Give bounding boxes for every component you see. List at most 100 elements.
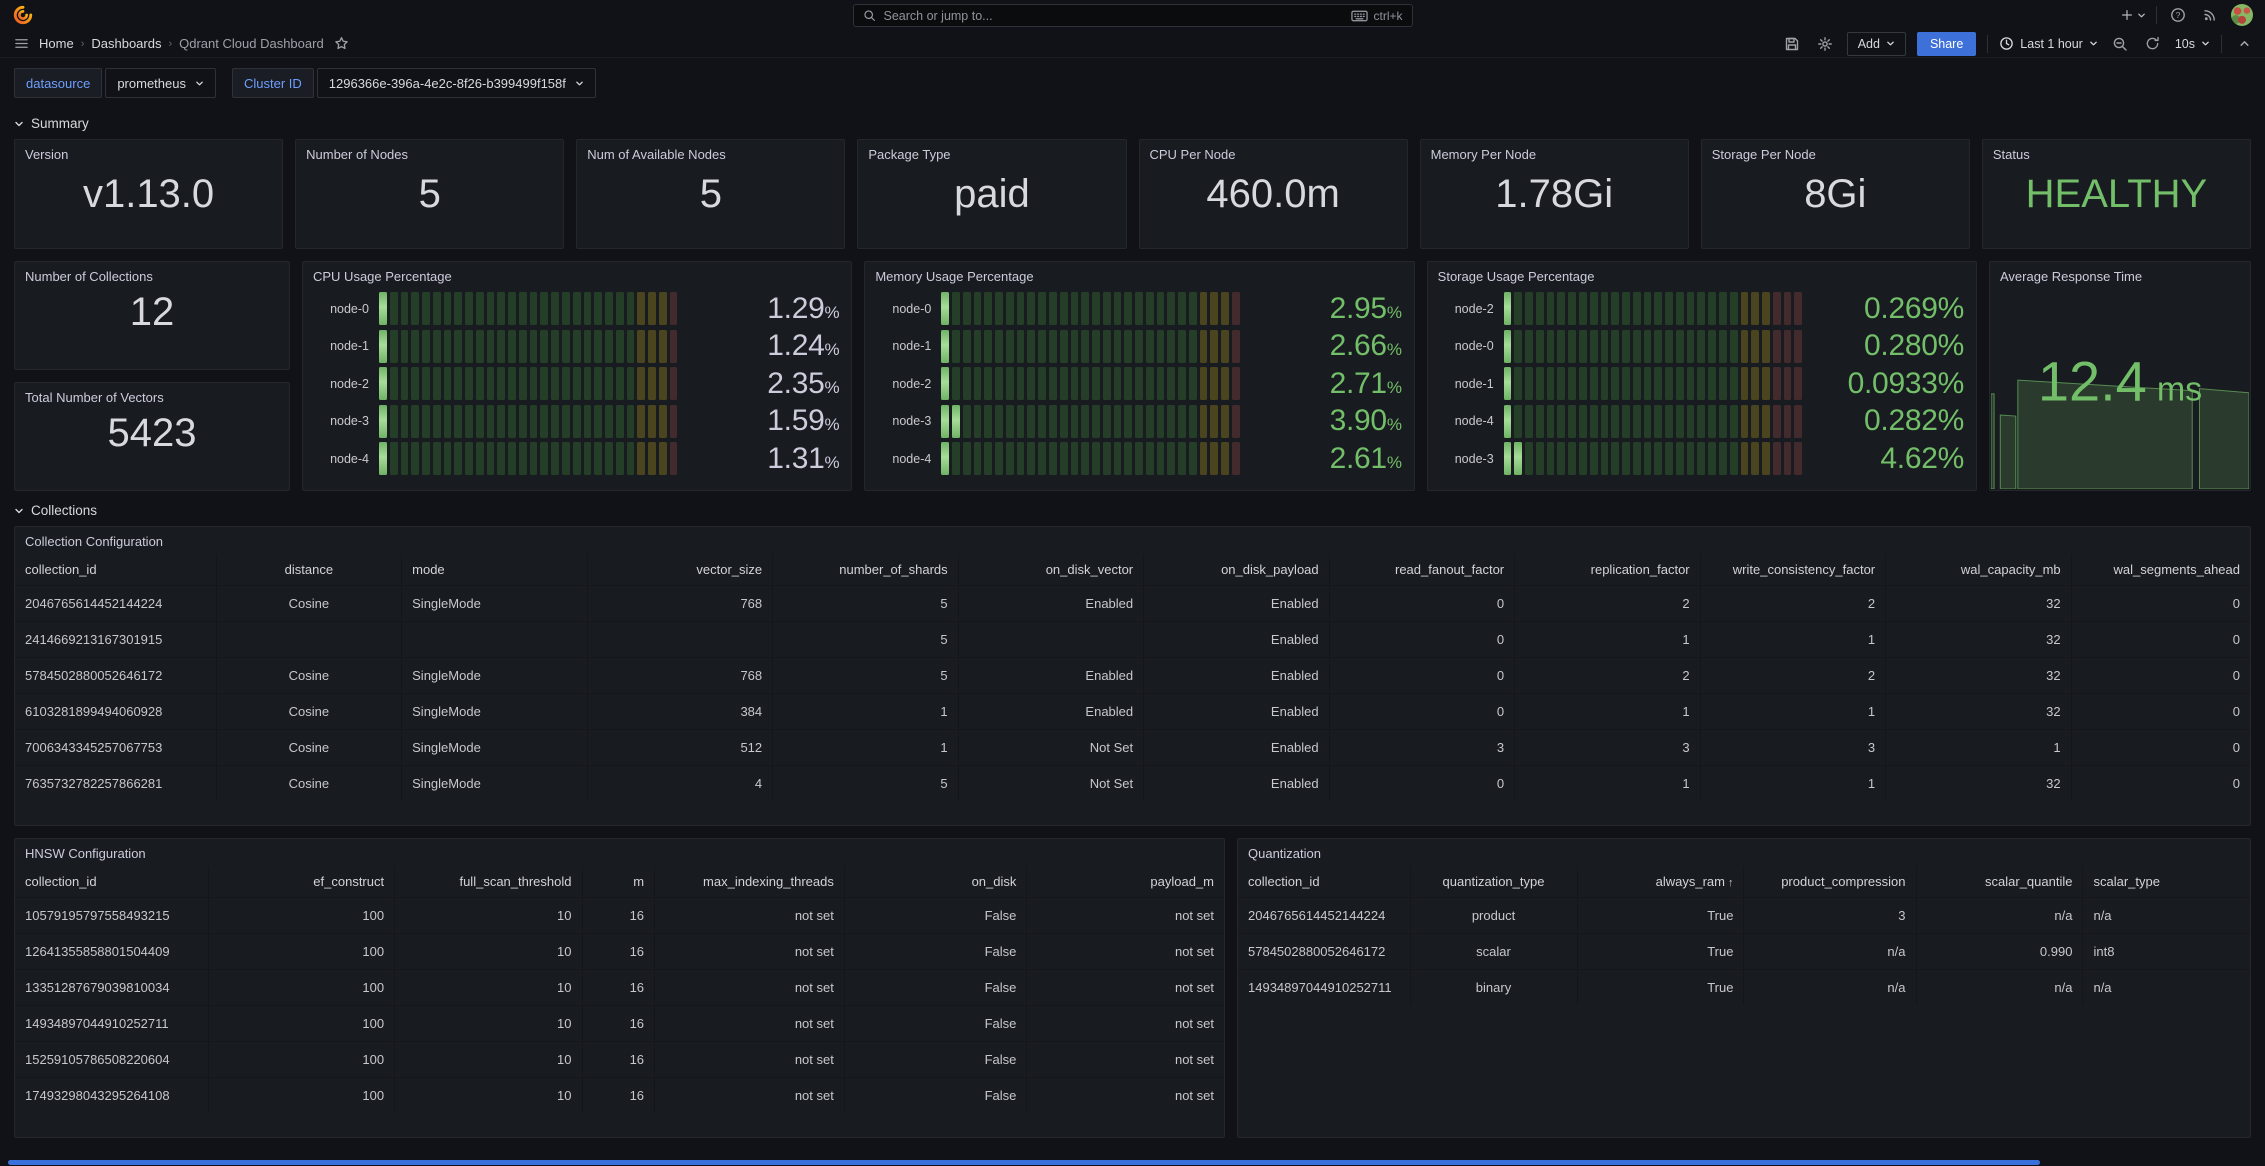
column-header-ef-construct[interactable]: ef_construct xyxy=(208,866,394,898)
table-cell: 10579195797558493215 xyxy=(15,898,208,934)
table-cell: 5784502880052646172 xyxy=(15,658,216,694)
variable-datasource-value[interactable]: prometheus xyxy=(105,68,216,98)
panel-title[interactable]: Average Response Time xyxy=(1990,262,2250,284)
gauge-cell xyxy=(1071,367,1079,400)
gauge-cell xyxy=(1676,367,1684,400)
section-summary[interactable]: Summary xyxy=(14,116,2251,131)
column-header-wal-segments-ahead[interactable]: wal_segments_ahead xyxy=(2071,554,2250,586)
column-header-write-consistency-factor[interactable]: write_consistency_factor xyxy=(1700,554,1886,586)
column-header-number-of-shards[interactable]: number_of_shards xyxy=(773,554,959,586)
variable-cluster-id-value[interactable]: 1296366e-396a-4e2c-8f26-b399499f158f xyxy=(317,68,596,98)
section-collections[interactable]: Collections xyxy=(14,503,2251,518)
user-avatar[interactable] xyxy=(2231,4,2253,26)
chevron-down-icon xyxy=(1886,39,1895,48)
gauge-unit: % xyxy=(1387,378,1402,397)
column-header-read-fanout-factor[interactable]: read_fanout_factor xyxy=(1329,554,1515,586)
panel-title[interactable]: Status xyxy=(1983,140,2250,162)
column-header-vector-size[interactable]: vector_size xyxy=(587,554,773,586)
gauge-cell xyxy=(1210,442,1218,475)
column-header-max-indexing-threads[interactable]: max_indexing_threads xyxy=(655,866,845,898)
panel-title[interactable]: Collection Configuration xyxy=(15,527,2250,549)
column-header-full-scan-threshold[interactable]: full_scan_threshold xyxy=(395,866,582,898)
quantization-table: collection_idquantization_typealways_ram… xyxy=(1238,866,2250,1005)
refresh-interval-picker[interactable]: 10s xyxy=(2175,37,2210,51)
menu-hamburger-icon[interactable] xyxy=(10,33,32,55)
column-header-distance[interactable]: distance xyxy=(216,554,402,586)
column-header-collection-id[interactable]: collection_id xyxy=(15,866,208,898)
breadcrumb-home[interactable]: Home xyxy=(39,36,74,51)
column-header-mode[interactable]: mode xyxy=(402,554,588,586)
horizontal-scrollbar[interactable] xyxy=(8,1160,2040,1165)
panel-title[interactable]: Version xyxy=(15,140,282,162)
gauge-cell xyxy=(1601,330,1609,363)
column-header-always-ram[interactable]: always_ram↑ xyxy=(1577,866,1744,898)
panel-title[interactable]: Storage Usage Percentage xyxy=(1428,262,1976,284)
chevron-down-icon xyxy=(195,79,204,88)
panel-title[interactable]: Number of Nodes xyxy=(296,140,563,162)
gauge-cell xyxy=(984,405,992,438)
panel-title[interactable]: CPU Per Node xyxy=(1140,140,1407,162)
gauge-cell xyxy=(573,405,581,438)
dashboard-settings-gear-icon[interactable] xyxy=(1814,33,1836,55)
bar-gauge xyxy=(379,442,677,475)
share-button[interactable]: Share xyxy=(1917,32,1976,56)
gauge-cell xyxy=(562,330,570,363)
table-row: 7635732782257866281CosineSingleMode45Not… xyxy=(15,766,2250,802)
gauge-cell xyxy=(670,367,678,400)
panel-title[interactable]: Number of Collections xyxy=(15,262,289,284)
column-header-collection-id[interactable]: collection_id xyxy=(15,554,216,586)
column-header-replication-factor[interactable]: replication_factor xyxy=(1515,554,1701,586)
panel-title[interactable]: Storage Per Node xyxy=(1702,140,1969,162)
gauge-cell xyxy=(1504,367,1512,400)
panel-title[interactable]: Quantization xyxy=(1238,839,2250,861)
table-cell: 1 xyxy=(1515,766,1701,802)
new-button[interactable] xyxy=(2120,8,2146,22)
table-cell: SingleMode xyxy=(402,694,588,730)
collapse-toolbar-chevron-up-icon[interactable] xyxy=(2233,33,2255,55)
search-input[interactable]: Search or jump to... ctrl+k xyxy=(853,4,1413,27)
gauge-row-value: 2.71% xyxy=(1250,367,1402,401)
news-rss-icon[interactable] xyxy=(2199,4,2221,26)
panel-title[interactable]: Memory Per Node xyxy=(1421,140,1688,162)
column-header-quantization-type[interactable]: quantization_type xyxy=(1410,866,1577,898)
time-range-picker[interactable]: Last 1 hour xyxy=(1999,36,2098,51)
panel-title[interactable]: HNSW Configuration xyxy=(15,839,1224,861)
breadcrumb-dashboards[interactable]: Dashboards xyxy=(91,36,161,51)
column-header-m[interactable]: m xyxy=(582,866,655,898)
table-cell: 0 xyxy=(1329,622,1515,658)
add-button[interactable]: Add xyxy=(1847,32,1906,56)
panel-title[interactable]: CPU Usage Percentage xyxy=(303,262,851,284)
column-header-scalar-type[interactable]: scalar_type xyxy=(2083,866,2250,898)
table-cell: 1 xyxy=(1515,694,1701,730)
column-header-scalar-quantile[interactable]: scalar_quantile xyxy=(1916,866,2083,898)
panel-title[interactable]: Package Type xyxy=(858,140,1125,162)
panel-title[interactable]: Memory Usage Percentage xyxy=(865,262,1413,284)
panel-title[interactable]: Num of Available Nodes xyxy=(577,140,844,162)
grafana-logo[interactable] xyxy=(12,4,34,26)
table-cell: 10 xyxy=(395,934,582,970)
column-header-on-disk-payload[interactable]: on_disk_payload xyxy=(1144,554,1330,586)
column-header-wal-capacity-mb[interactable]: wal_capacity_mb xyxy=(1886,554,2072,586)
table-cell: not set xyxy=(655,1078,845,1114)
gauge-cell xyxy=(1622,292,1630,325)
zoom-out-time-icon[interactable] xyxy=(2109,33,2131,55)
refresh-icon[interactable] xyxy=(2142,33,2164,55)
gauge-cell xyxy=(670,330,678,363)
gauge-cell xyxy=(540,292,548,325)
gauge-row-value: 1.29% xyxy=(687,292,839,326)
column-header-product-compression[interactable]: product_compression xyxy=(1744,866,1916,898)
gauge-cell xyxy=(1762,367,1770,400)
gauge-cell xyxy=(1751,367,1759,400)
column-header-on-disk[interactable]: on_disk xyxy=(844,866,1027,898)
table-cell: Not Set xyxy=(958,730,1144,766)
save-dashboard-icon[interactable] xyxy=(1781,33,1803,55)
help-icon[interactable]: ? xyxy=(2167,4,2189,26)
column-header-payload-m[interactable]: payload_m xyxy=(1027,866,1224,898)
column-header-collection-id[interactable]: collection_id xyxy=(1238,866,1410,898)
favorite-star-icon[interactable] xyxy=(331,33,353,55)
column-header-on-disk-vector[interactable]: on_disk_vector xyxy=(958,554,1144,586)
gauge-cell xyxy=(1027,442,1035,475)
panel-title[interactable]: Total Number of Vectors xyxy=(15,383,289,405)
gauge-cell xyxy=(1751,405,1759,438)
table-cell: 5 xyxy=(773,766,959,802)
